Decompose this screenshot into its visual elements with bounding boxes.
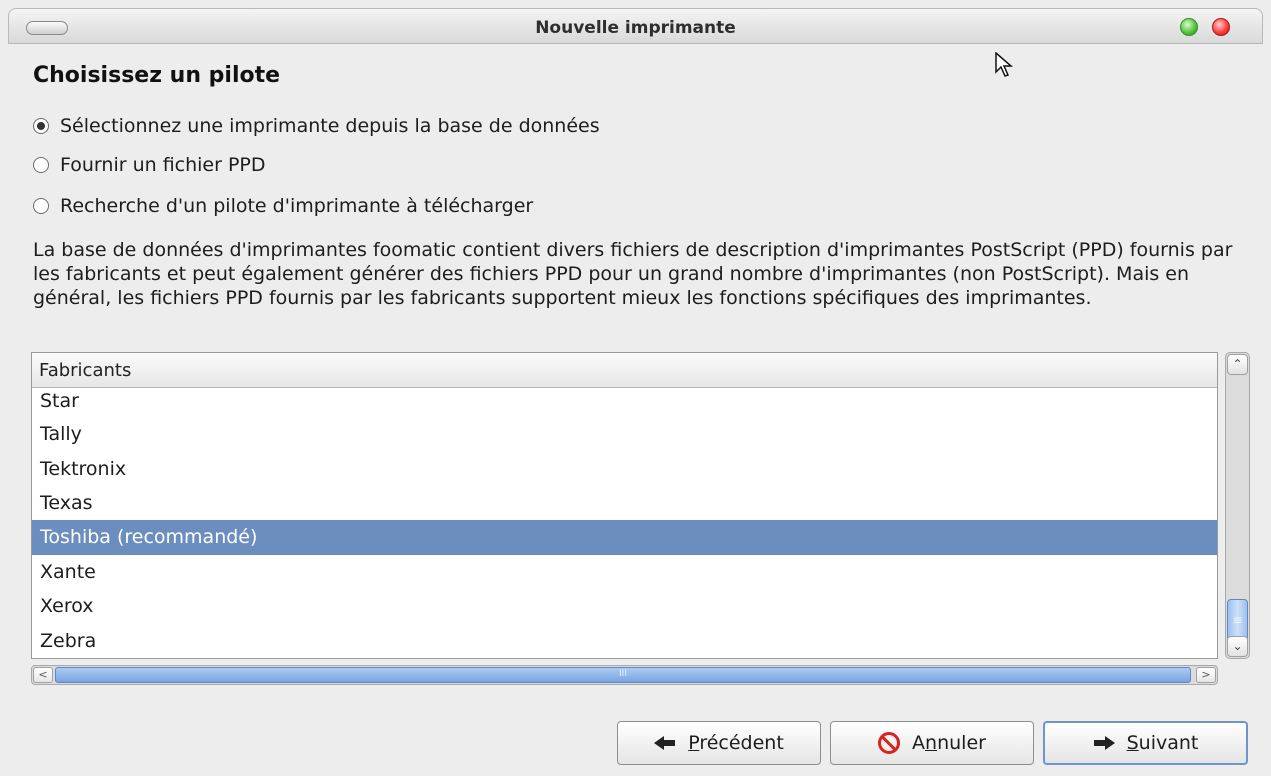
radio-button-checked[interactable] [33,118,49,134]
description-text: La base de données d'imprimantes foomati… [33,239,1233,309]
list-item-selected[interactable]: Toshiba (recommandé) [32,520,1217,555]
list-item[interactable]: Xerox [32,589,1217,623]
horizontal-scroll-thumb[interactable]: III [55,667,1191,683]
radio-label: Fournir un fichier PPD [60,154,266,176]
list-item[interactable]: Tally [32,417,1217,451]
cancel-label-rest: nuler [937,732,986,754]
scroll-right-button[interactable]: > [1196,667,1216,683]
radio-option-ppd-file[interactable]: Fournir un fichier PPD [33,151,266,179]
window-title: Nouvelle imprimante [535,18,736,38]
scroll-left-button[interactable]: < [33,667,53,683]
horizontal-scrollbar[interactable]: < III > [31,665,1218,685]
previous-label-rest: récédent [699,732,784,754]
list-item[interactable]: Star [32,388,1217,417]
scroll-down-button[interactable]: ⌄ [1227,636,1248,657]
previous-button[interactable]: Précédent [617,721,821,765]
radio-label: Recherche d'un pilote d'imprimante à tél… [60,195,534,217]
mnemonic-letter: n [925,732,938,754]
list-item[interactable]: Xante [32,555,1217,589]
column-header-manufacturers[interactable]: Fabricants [32,353,1217,388]
page-title: Choisissez un pilote [33,63,281,88]
cancel-icon [878,732,901,754]
radio-button[interactable] [33,198,49,214]
mnemonic-letter: P [688,732,700,754]
arrow-right-icon [1093,736,1115,750]
scroll-up-button[interactable]: ⌃ [1227,354,1248,375]
previous-label: Précédent [688,732,784,754]
radio-option-database[interactable]: Sélectionnez une imprimante depuis la ba… [33,112,600,140]
radio-button[interactable] [33,157,49,173]
cancel-button[interactable]: Annuler [830,721,1034,765]
radio-option-download-driver[interactable]: Recherche d'un pilote d'imprimante à tél… [33,192,533,220]
mouse-cursor-icon [995,52,1014,77]
mnemonic-letter: S [1126,732,1139,754]
list-item[interactable]: Texas [32,486,1217,520]
list-item[interactable]: Tektronix [32,451,1217,485]
window-titlebar[interactable]: Nouvelle imprimante [8,8,1263,44]
close-button[interactable] [1212,18,1230,36]
maximize-button[interactable] [1180,18,1198,36]
arrow-left-icon [654,736,676,750]
next-label-rest: uivant [1138,732,1199,754]
next-label: Suivant [1127,732,1199,754]
next-button[interactable]: Suivant [1043,721,1248,765]
vertical-scrollbar[interactable]: ⌃ ≡ ⌄ [1225,352,1250,659]
cancel-label: Annuler [912,732,986,754]
list-item[interactable]: Zebra [32,623,1217,657]
manufacturer-list[interactable]: Fabricants Star Tally Tektronix Texas To… [31,352,1218,659]
vertical-scroll-thumb[interactable]: ≡ [1227,599,1248,641]
cancel-label-start: A [912,732,926,754]
radio-label: Sélectionnez une imprimante depuis la ba… [60,115,600,137]
